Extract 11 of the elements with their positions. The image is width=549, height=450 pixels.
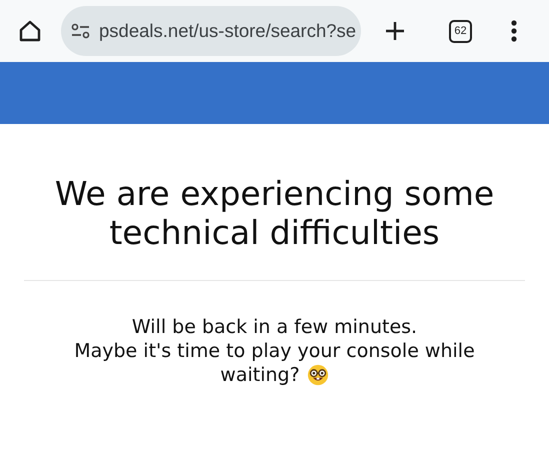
tab-count-button[interactable]: 62 [449, 20, 472, 42]
site-settings-icon[interactable] [71, 23, 91, 39]
message-text: Will be back in a few minutes. [132, 315, 418, 339]
home-icon[interactable] [18, 19, 42, 43]
error-heading: We are experiencing some technical difficulties [54, 174, 496, 252]
address-bar[interactable]: psdeals.net/us-store/search?se [61, 6, 361, 56]
nerd-face-icon [306, 364, 329, 386]
message-text: waiting? [220, 363, 300, 387]
message-text: Maybe it's time to play your console while [74, 339, 475, 363]
new-tab-icon[interactable] [385, 21, 405, 41]
menu-icon[interactable] [511, 20, 517, 42]
